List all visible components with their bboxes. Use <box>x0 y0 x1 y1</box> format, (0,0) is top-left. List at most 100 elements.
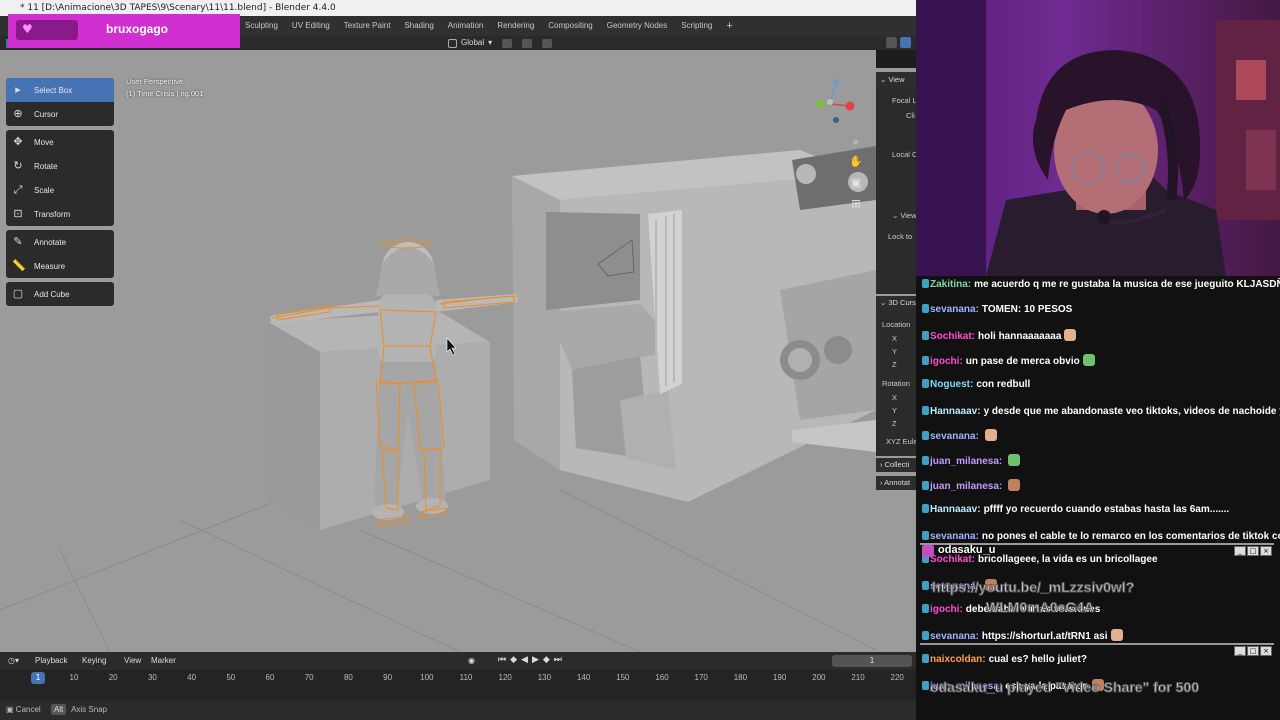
annotate-icon: ✎ <box>13 236 23 248</box>
workspace-tab[interactable]: Sculpting <box>238 16 285 36</box>
measure-icon: 📏 <box>12 260 26 272</box>
frame-tick: 140 <box>576 673 591 682</box>
minimize-icon[interactable]: _ <box>1234 646 1246 656</box>
tool-scale[interactable]: ⤢ Scale <box>6 178 114 202</box>
rotation-mode-select[interactable]: XYZ Eule <box>886 437 916 446</box>
maximize-icon[interactable]: □ <box>1247 546 1259 556</box>
workspace-tab[interactable]: Shading <box>397 16 440 36</box>
tool-move[interactable]: ✥ Move <box>6 130 114 154</box>
tool-annotate[interactable]: ✎ Annotate <box>6 230 114 254</box>
add-workspace-button[interactable]: + <box>719 16 739 36</box>
prev-keyframe-icon[interactable]: ◆ <box>510 655 517 665</box>
chat-username[interactable]: Hannaaav: <box>930 406 981 417</box>
tool-select-box[interactable]: ▸ Select Box <box>6 78 114 102</box>
frame-tick: 130 <box>537 673 552 682</box>
tool-transform[interactable]: ⊡ Transform <box>6 202 114 226</box>
frame-tick: 100 <box>420 673 434 682</box>
jump-end-icon[interactable]: ⏭ <box>554 655 562 665</box>
workspace-tab[interactable]: UV Editing <box>285 16 337 36</box>
chat-username[interactable]: Noguest: <box>930 379 973 390</box>
move-icon: ✥ <box>13 136 23 148</box>
chat-username[interactable]: sevanana: <box>930 531 979 542</box>
tool-measure[interactable]: 📏 Measure <box>6 254 114 278</box>
3d-cursor-header-label: 3D Curs <box>888 298 916 307</box>
timeline-header: ◷▾ Playback Keying View Marker ◉ ⏮ ◆ ◀ ▶… <box>0 652 916 670</box>
location-y-label: Y <box>892 347 898 356</box>
rotation-y-label: Y <box>892 406 898 415</box>
gizmo-toggle-icon[interactable] <box>886 37 897 48</box>
menu-keying[interactable]: Keying <box>82 652 106 670</box>
clip-label: Cli <box>906 111 915 120</box>
chat-message: Noguest: con redbull <box>922 379 1030 390</box>
view-lock-header[interactable]: ⌄ View <box>892 211 916 220</box>
frame-tick: 220 <box>890 673 904 682</box>
play-reverse-icon[interactable]: ◀ <box>521 655 528 665</box>
workspace-tab[interactable]: Rendering <box>490 16 541 36</box>
current-frame-field[interactable]: 1 <box>832 655 912 667</box>
menu-view[interactable]: View <box>124 652 141 670</box>
collections-header[interactable]: › Collecti <box>876 458 916 472</box>
chevron-down-icon: ▾ <box>488 38 493 47</box>
pan-hand-icon[interactable]: ✋ <box>848 154 864 170</box>
current-frame-indicator[interactable]: 1 <box>31 672 45 684</box>
streamer-name-tag: ♥ bruxogago <box>8 14 240 48</box>
workspace-tab[interactable]: Scripting <box>674 16 719 36</box>
reward-popup: _ □ × odasaku_u played "Video Share" for… <box>920 643 1274 696</box>
transform-orientation[interactable]: Global ▾ <box>448 37 553 49</box>
jump-start-icon[interactable]: ⏮ <box>498 655 506 665</box>
tool-cursor[interactable]: ⊕ Cursor <box>6 102 114 126</box>
frame-tick: 160 <box>655 673 669 682</box>
chat-message: Zakitina: me acuerdo q me re gustaba la m… <box>922 279 1280 290</box>
annotations-header[interactable]: › Annotat <box>876 476 916 490</box>
rotation-label: Rotation <box>882 379 910 388</box>
tool-label: Scale <box>34 185 55 195</box>
overlay-toggle-icon[interactable] <box>900 37 911 48</box>
close-icon[interactable]: × <box>1260 646 1272 656</box>
workspace-tab[interactable]: Compositing <box>541 16 599 36</box>
header-right-buttons <box>886 37 911 48</box>
play-icon[interactable]: ▶ <box>532 655 539 665</box>
tool-label: Annotate <box>34 237 67 247</box>
orientation-icon <box>448 38 457 48</box>
badge-icon <box>922 431 929 440</box>
tool-add-cube[interactable]: ▢ Add Cube <box>6 282 114 306</box>
3d-viewport[interactable]: User Perspective (1) Time Crisis | rig.0… <box>0 50 876 652</box>
record-icon[interactable]: ◉ <box>468 652 475 670</box>
zoom-icon[interactable]: ⌕ <box>848 134 864 150</box>
chat-username[interactable]: juan_milanesa: <box>930 481 1002 492</box>
chat-text: TOMEN: 10 PESOS <box>981 304 1073 315</box>
status-bar: ▣ Cancel Alt Axis Snap <box>0 700 916 720</box>
pivot-icon[interactable] <box>502 38 513 48</box>
select-box-icon: ▸ <box>15 84 21 96</box>
chat-username[interactable]: sevanana: <box>930 431 979 442</box>
menu-marker[interactable]: Marker <box>151 652 176 670</box>
view-section-header[interactable]: ⌄ View <box>876 72 916 88</box>
minimize-icon[interactable]: _ <box>1234 546 1246 556</box>
chat-username[interactable]: Hannaaav: <box>930 504 981 515</box>
axis-gizmo[interactable] <box>808 74 858 130</box>
tool-group-annotate: ✎ Annotate 📏 Measure <box>6 230 114 278</box>
chat-message: sevanana: TOMEN: 10 PESOS <box>922 304 1072 315</box>
chat-username[interactable]: Sochikat: <box>930 331 975 342</box>
workspace-tab[interactable]: Texture Paint <box>337 16 398 36</box>
camera-view-icon[interactable]: ▣ <box>848 175 864 191</box>
chat-username[interactable]: juan_milanesa: <box>930 456 1002 467</box>
next-keyframe-icon[interactable]: ◆ <box>543 655 550 665</box>
chat-username[interactable]: sevanana: <box>930 304 979 315</box>
menu-playback[interactable]: Playback <box>35 652 67 670</box>
frame-tick: 110 <box>459 673 473 682</box>
maximize-icon[interactable]: □ <box>1247 646 1259 656</box>
proportional-edit-icon[interactable] <box>542 38 553 48</box>
workspace-tab[interactable]: Animation <box>441 16 491 36</box>
editor-type-icon[interactable]: ◷▾ <box>8 652 19 670</box>
close-icon[interactable]: × <box>1260 546 1272 556</box>
chat-username[interactable]: Zakitina: <box>930 279 971 290</box>
grid-view-icon[interactable]: ⊞ <box>848 196 864 212</box>
timeline-ruler[interactable]: 1 10 20 30 40 50 60 70 80 90 100 110 120 130 140 150 16… <box>0 670 916 700</box>
workspace-tab[interactable]: Geometry Nodes <box>600 16 674 36</box>
tool-rotate[interactable]: ↻ Rotate <box>6 154 114 178</box>
snap-icon[interactable] <box>522 38 533 48</box>
chat-username[interactable]: igochi: <box>930 356 963 367</box>
frame-tick: 70 <box>304 673 314 682</box>
3d-cursor-header[interactable]: ⌄ 3D Curs <box>876 296 916 310</box>
